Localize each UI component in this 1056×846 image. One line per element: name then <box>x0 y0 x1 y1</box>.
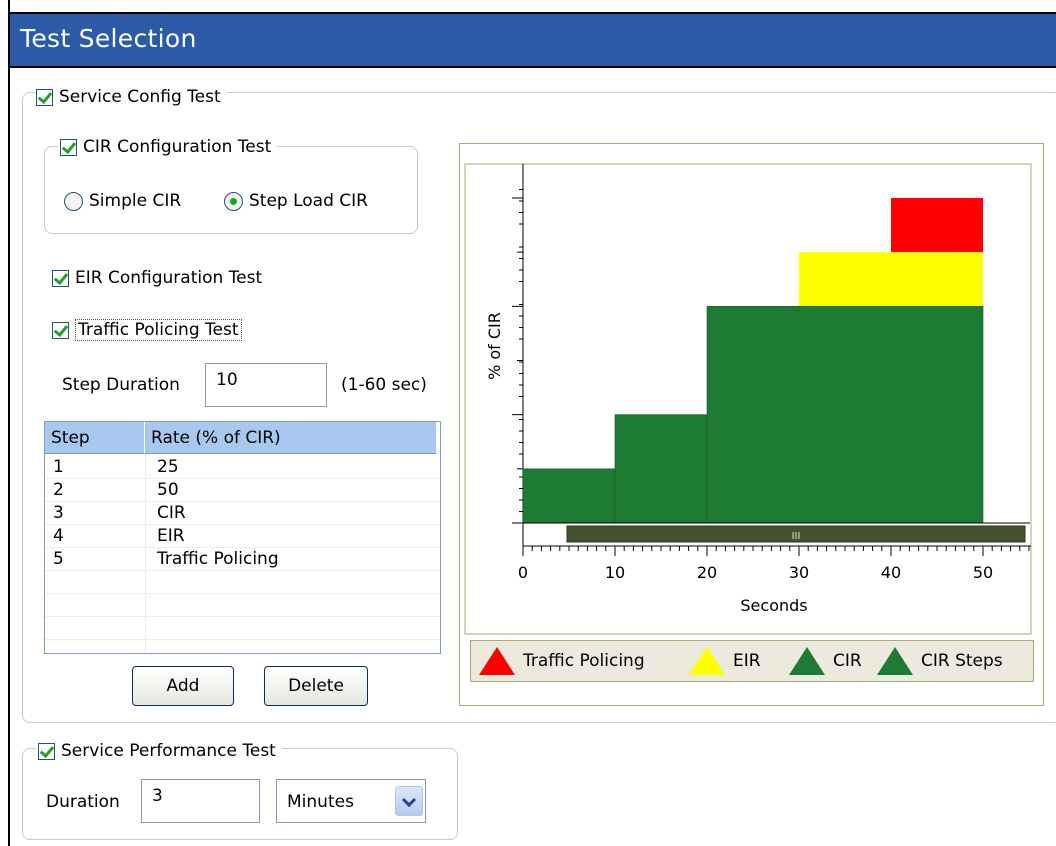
x-tick-label: 10 <box>605 563 625 582</box>
x-tick-label: 50 <box>973 563 993 582</box>
duration-label: Duration <box>46 792 120 812</box>
series-cir-steps-bar <box>522 468 616 524</box>
y-axis-label: % of CIR <box>485 312 504 380</box>
x-tick-label: 40 <box>881 563 901 582</box>
series-cir-bar <box>706 306 984 524</box>
triangle-icon <box>689 647 725 675</box>
service-performance-legend: Service Performance Test <box>36 738 282 764</box>
legend-item: CIR Steps <box>877 641 1003 681</box>
x-tick-label: 30 <box>789 563 809 582</box>
series-eir-bar <box>799 252 983 307</box>
legend-item: EIR <box>689 641 761 681</box>
x-axis-label: Seconds <box>740 596 807 615</box>
chart-legend: Traffic Policing EIR CIR CIR Steps <box>470 640 1034 682</box>
legend-label: EIR <box>733 651 761 671</box>
scrollbar-grip: III <box>792 531 801 542</box>
duration-input[interactable]: 3 <box>141 779 260 823</box>
triangle-icon <box>789 647 825 675</box>
legend-item: CIR <box>789 641 862 681</box>
legend-label: CIR <box>833 651 862 671</box>
step-load-chart: III 0 10 20 30 40 50 Seconds % of CIR <box>464 163 1032 635</box>
legend-label: Traffic Policing <box>523 651 645 671</box>
chevron-down-icon[interactable] <box>395 786 423 816</box>
x-tick-label: 0 <box>518 563 528 582</box>
duration-value: 3 <box>152 786 163 806</box>
series-cir-steps-bar <box>614 414 708 524</box>
triangle-icon <box>479 647 515 675</box>
service-performance-checkbox[interactable] <box>38 742 55 760</box>
legend-item: Traffic Policing <box>479 641 645 681</box>
series-traffic-policing-bar <box>891 198 983 253</box>
x-tick-label: 20 <box>697 563 717 582</box>
duration-unit-value: Minutes <box>287 792 354 812</box>
service-performance-label: Service Performance Test <box>61 741 276 761</box>
legend-label: CIR Steps <box>921 651 1003 671</box>
duration-unit-select[interactable]: Minutes <box>276 779 426 823</box>
triangle-icon <box>877 647 913 675</box>
